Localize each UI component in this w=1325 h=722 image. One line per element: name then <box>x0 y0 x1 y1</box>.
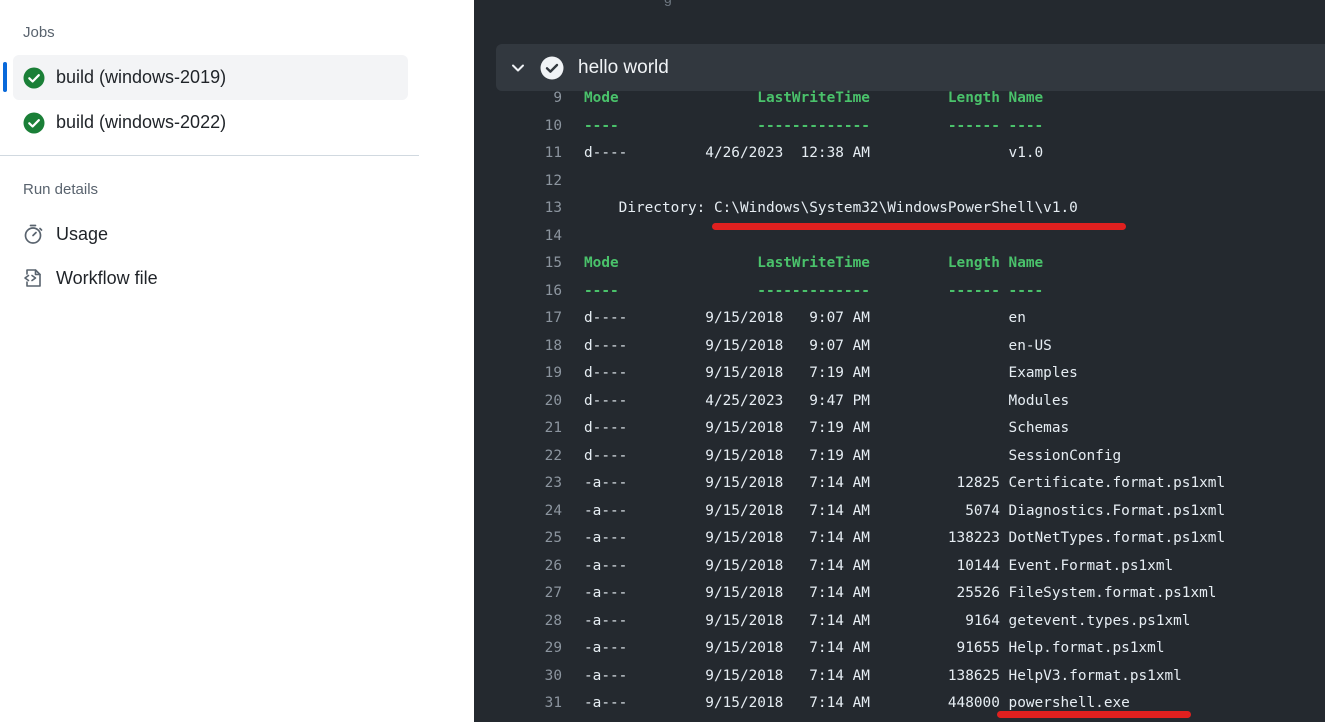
powershell-exe-underline-annotation <box>997 711 1191 718</box>
line-number[interactable]: 22 <box>496 443 562 471</box>
usage-link[interactable]: Usage <box>22 219 108 249</box>
job-label: build (windows-2019) <box>56 67 227 87</box>
line-text: d---- 4/26/2023 12:38 AM v1.0 <box>584 145 1044 161</box>
line-text: -a--- 9/15/2018 7:14 AM 138223 DotNetTyp… <box>584 530 1226 546</box>
active-job-indicator <box>3 62 7 92</box>
log-line: 18 d---- 9/15/2018 9:07 AM en-US <box>496 333 1325 361</box>
log-line: 11 d---- 4/26/2023 12:38 AM v1.0 <box>496 140 1325 168</box>
line-number[interactable]: 11 <box>496 140 562 168</box>
line-number[interactable]: 25 <box>496 525 562 553</box>
line-text: -a--- 9/15/2018 7:14 AM 12825 Certificat… <box>584 475 1226 491</box>
line-number[interactable]: 19 <box>496 360 562 388</box>
log-line: 13 Directory: C:\Windows\System32\Window… <box>496 195 1325 223</box>
line-number[interactable]: 26 <box>496 553 562 581</box>
line-text: -a--- 9/15/2018 7:14 AM 25526 FileSystem… <box>584 585 1217 601</box>
chevron-down-icon[interactable] <box>510 60 526 76</box>
workflow-file-link[interactable]: Workflow file <box>22 263 158 293</box>
log-line: 19 d---- 9/15/2018 7:19 AM Examples <box>496 360 1325 388</box>
log-line: 12 <box>496 168 1325 196</box>
line-number[interactable]: 13 <box>496 195 562 223</box>
log-line: 28 -a--- 9/15/2018 7:14 AM 9164 getevent.… <box>496 608 1325 636</box>
directory-underline-annotation <box>712 223 1126 230</box>
jobs-sidebar: Jobs build (windows-2019) build (windows… <box>0 0 474 722</box>
line-text: d---- 9/15/2018 7:19 AM Examples <box>584 365 1078 381</box>
check-circle-fill-icon <box>23 67 45 89</box>
run-details-heading: Run details <box>23 181 99 198</box>
line-number[interactable]: 28 <box>496 608 562 636</box>
line-number[interactable]: 15 <box>496 250 562 278</box>
line-text: d---- 4/25/2023 9:47 PM Modules <box>584 392 1070 409</box>
line-number[interactable]: 23 <box>496 470 562 498</box>
sidebar-divider <box>0 155 419 156</box>
log-line: 17 d---- 9/15/2018 9:07 AM en <box>496 305 1325 333</box>
line-number[interactable]: 17 <box>496 305 562 333</box>
step-title: hello world <box>578 56 669 78</box>
line-number[interactable]: 24 <box>496 498 562 526</box>
line-number[interactable]: 16 <box>496 278 562 306</box>
check-circle-fill-icon <box>23 112 45 134</box>
line-text: d---- 9/15/2018 9:07 AM en-US <box>584 337 1052 354</box>
line-text: Mode LastWriteTime Length Name <box>584 90 1044 106</box>
line-number[interactable]: 9 <box>496 85 562 113</box>
line-text: d---- 9/15/2018 9:07 AM en <box>584 310 1026 326</box>
log-line: 29 -a--- 9/15/2018 7:14 AM 91655 Help.for… <box>496 635 1325 663</box>
log-line: 10 ---- ------------- ------ ---- <box>496 113 1325 141</box>
line-text: -a--- 9/15/2018 7:14 AM 10144 Event.Form… <box>584 557 1174 574</box>
log-line: 23 -a--- 9/15/2018 7:14 AM 12825 Certific… <box>496 470 1325 498</box>
log-line: 9 Mode LastWriteTime Length Name <box>496 85 1325 113</box>
log-lines: 9 Mode LastWriteTime Length Name 10 ---- --… <box>496 85 1325 718</box>
line-number[interactable]: 10 <box>496 113 562 141</box>
log-line: 15 Mode LastWriteTime Length Name <box>496 250 1325 278</box>
log-line: 20 d---- 4/25/2023 9:47 PM Modules <box>496 388 1325 416</box>
step-header-hello-world[interactable]: hello world <box>496 44 1325 91</box>
stopwatch-icon <box>22 223 44 245</box>
line-number[interactable]: 29 <box>496 635 562 663</box>
log-line: 26 -a--- 9/15/2018 7:14 AM 10144 Event.Fo… <box>496 553 1325 581</box>
line-text: -a--- 9/15/2018 7:14 AM 91655 Help.forma… <box>584 640 1165 656</box>
line-text: d---- 9/15/2018 7:19 AM SessionConfig <box>584 447 1122 464</box>
check-circle-fill-icon <box>540 56 564 80</box>
line-number[interactable]: 18 <box>496 333 562 361</box>
jobs-heading: Jobs <box>23 24 55 41</box>
line-text: -a--- 9/15/2018 7:14 AM 138625 HelpV3.fo… <box>584 667 1182 684</box>
line-number[interactable]: 20 <box>496 388 562 416</box>
line-text: ---- ------------- ------ ---- <box>584 117 1044 134</box>
log-line: 31 -a--- 9/15/2018 7:14 AM 448000 powersh… <box>496 690 1325 718</box>
line-text: -a--- 9/15/2018 7:14 AM 9164 getevent.ty… <box>584 612 1191 629</box>
log-line: 27 -a--- 9/15/2018 7:14 AM 25526 FileSyst… <box>496 580 1325 608</box>
job-item-build-windows-2022[interactable]: build (windows-2022) <box>13 100 408 145</box>
line-text: Directory: C:\Windows\System32\WindowsPo… <box>584 200 1078 216</box>
line-number[interactable]: 21 <box>496 415 562 443</box>
job-item-build-windows-2019[interactable]: build (windows-2019) <box>13 55 408 100</box>
workflow-file-label: Workflow file <box>56 267 158 288</box>
line-number[interactable]: 30 <box>496 663 562 691</box>
line-number[interactable]: 27 <box>496 580 562 608</box>
log-line: 25 -a--- 9/15/2018 7:14 AM 138223 DotNetT… <box>496 525 1325 553</box>
log-line: 21 d---- 9/15/2018 7:19 AM Schemas <box>496 415 1325 443</box>
log-line: 16 ---- ------------- ------ ---- <box>496 278 1325 306</box>
line-number[interactable]: 12 <box>496 168 562 196</box>
log-line: 24 -a--- 9/15/2018 7:14 AM 5074 Diagnosti… <box>496 498 1325 526</box>
log-viewer: g hello world 9 Mode LastWriteTime Length… <box>474 0 1325 722</box>
log-line: 22 d---- 9/15/2018 7:19 AM SessionConfig <box>496 443 1325 471</box>
job-label: build (windows-2022) <box>56 112 227 132</box>
line-text: d---- 9/15/2018 7:19 AM Schemas <box>584 420 1070 436</box>
line-text: Mode LastWriteTime Length Name <box>584 255 1044 271</box>
file-code-icon <box>22 267 44 289</box>
line-number[interactable]: 31 <box>496 690 562 718</box>
line-text: ---- ------------- ------ ---- <box>584 282 1044 299</box>
clipped-log-text: g <box>664 0 672 6</box>
line-number[interactable]: 14 <box>496 223 562 251</box>
usage-label: Usage <box>56 223 109 244</box>
log-line: 30 -a--- 9/15/2018 7:14 AM 138625 HelpV3.… <box>496 663 1325 691</box>
line-text: -a--- 9/15/2018 7:14 AM 5074 Diagnostics… <box>584 502 1226 519</box>
